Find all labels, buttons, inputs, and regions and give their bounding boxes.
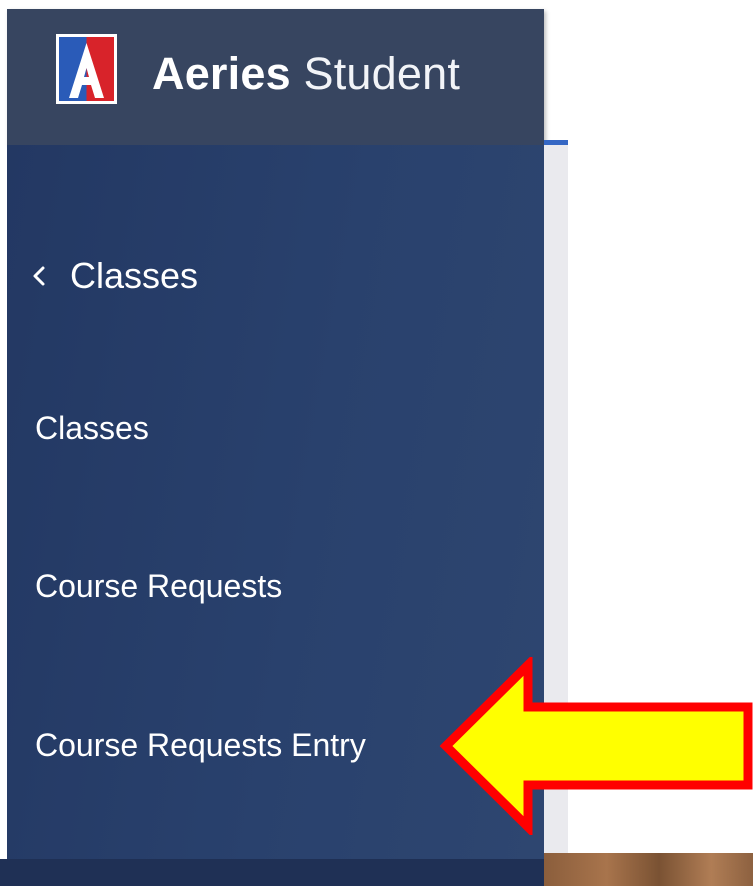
- left-margin: [0, 0, 7, 886]
- sidebar-bottom-edge: [0, 859, 544, 886]
- sidebar-item-course-requests-entry[interactable]: Course Requests Entry: [35, 725, 366, 765]
- aeries-logo-icon: [56, 34, 117, 104]
- chevron-left-icon: [33, 266, 45, 286]
- brand-product: Student: [303, 48, 461, 99]
- desk-background: [544, 853, 753, 886]
- app-title: Aeries Student: [152, 47, 460, 101]
- back-label: Classes: [70, 255, 199, 296]
- app-header: Aeries Student: [7, 9, 544, 145]
- back-to-classes-link[interactable]: Classes: [30, 250, 198, 302]
- brand-name: Aeries: [152, 48, 291, 99]
- sidebar-item-classes[interactable]: Classes: [35, 408, 149, 448]
- sidebar-item-course-requests[interactable]: Course Requests: [35, 566, 282, 606]
- arrow-left-icon: [439, 657, 753, 835]
- screenshot: Aeries Student Classes Classes Course Re…: [0, 0, 753, 886]
